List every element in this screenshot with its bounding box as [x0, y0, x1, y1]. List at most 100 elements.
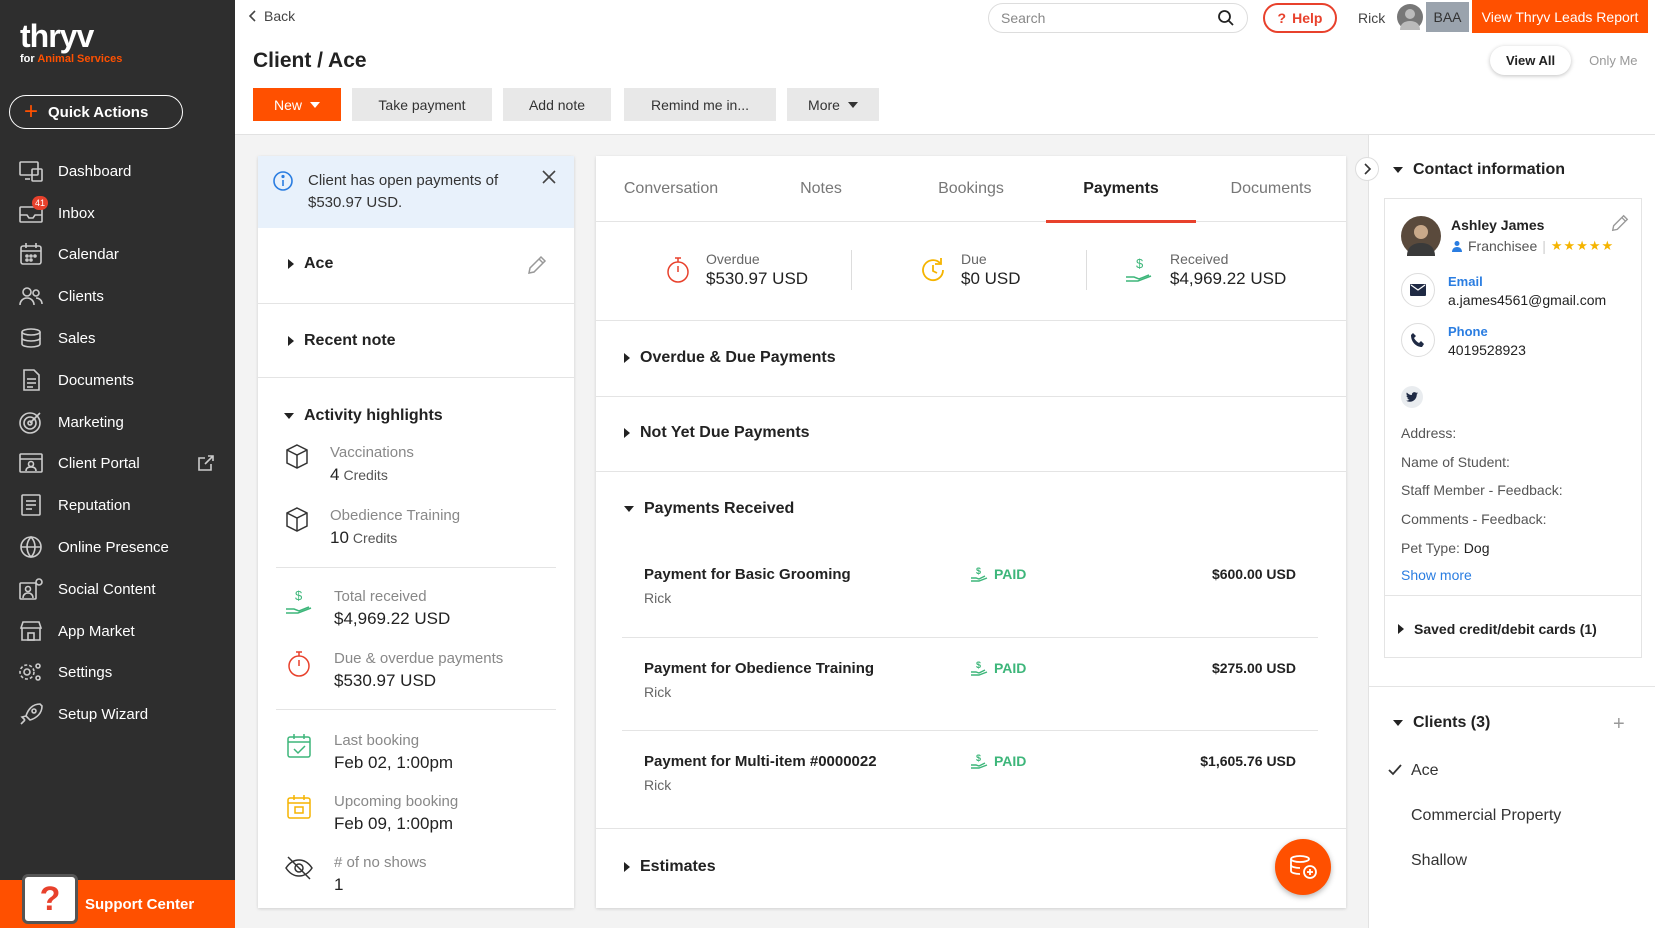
sidebar-item-settings[interactable]: Settings	[0, 651, 235, 693]
client-list-item[interactable]: Shallow	[1411, 852, 1467, 870]
sidebar-item-setup-wizard[interactable]: Setup Wizard	[0, 693, 235, 735]
payment-user: Rick	[644, 684, 672, 700]
tab-documents[interactable]: Documents	[1196, 156, 1346, 222]
phone-value[interactable]: 4019528923	[1448, 342, 1526, 358]
sidebar-item-clients[interactable]: Clients	[0, 275, 235, 317]
sidebar-item-sales[interactable]: Sales	[0, 317, 235, 359]
sidebar-item-inbox[interactable]: 41 Inbox	[0, 192, 235, 234]
only-me-toggle[interactable]: Only Me	[1571, 53, 1637, 68]
view-toggle[interactable]: View All Only Me	[1490, 45, 1648, 75]
saved-cards-toggle[interactable]: Saved credit/debit cards (1)	[1398, 621, 1597, 637]
payment-user: Rick	[644, 777, 672, 793]
quick-actions-button[interactable]: + Quick Actions	[9, 95, 183, 129]
field-comments-feedback: Comments - Feedback:	[1401, 511, 1547, 527]
sidebar-item-social-content[interactable]: Social Content	[0, 568, 235, 610]
chevron-down-icon	[847, 101, 858, 108]
overdue-value: $530.97 USD	[706, 269, 809, 288]
view-all-toggle[interactable]: View All	[1490, 45, 1572, 75]
field-label: Staff Member - Feedback:	[1401, 482, 1563, 498]
total-received-item: $ Total received $4,969.22 USD	[284, 587, 450, 631]
section-title: Not Yet Due Payments	[640, 424, 810, 441]
eye-slash-icon	[284, 853, 314, 883]
user-name[interactable]: Rick	[1358, 10, 1385, 26]
credit-count: 4	[330, 465, 340, 484]
credit-label: Vaccinations	[330, 444, 414, 461]
close-icon[interactable]	[542, 170, 556, 228]
sidebar-item-calendar[interactable]: Calendar	[0, 233, 235, 275]
client-list-item[interactable]: Ace	[1411, 762, 1439, 780]
payment-user: Rick	[644, 590, 672, 606]
not-yet-due-section[interactable]: Not Yet Due Payments	[596, 396, 1346, 471]
sidebar-item-app-market[interactable]: App Market	[0, 610, 235, 652]
pencil-icon[interactable]	[526, 254, 548, 276]
view-leads-report-button[interactable]: View Thryv Leads Report	[1472, 0, 1648, 33]
tab-bookings[interactable]: Bookings	[896, 156, 1046, 222]
client-list-item[interactable]: Commercial Property	[1411, 807, 1561, 825]
plus-icon: +	[24, 98, 39, 125]
sidebar-item-online-presence[interactable]: Online Presence	[0, 526, 235, 568]
sidebar-item-reputation[interactable]: Reputation	[0, 484, 235, 526]
search-icon[interactable]	[1217, 9, 1235, 27]
show-more-link[interactable]: Show more	[1401, 567, 1472, 583]
external-link-icon[interactable]	[197, 454, 215, 472]
payments-received-toggle[interactable]: Payments Received	[624, 500, 794, 518]
sidebar-item-label: Social Content	[58, 580, 156, 598]
payment-row[interactable]: Payment for Multi-item #0000022 Rick $ PA…	[622, 741, 1318, 835]
estimates-section[interactable]: Estimates	[596, 828, 1346, 908]
no-shows-label: # of no shows	[334, 854, 427, 871]
tab-payments[interactable]: Payments	[1046, 156, 1196, 223]
email-value[interactable]: a.james4561@gmail.com	[1448, 292, 1606, 308]
back-link[interactable]: Back	[248, 8, 295, 24]
more-button[interactable]: More	[787, 88, 879, 121]
recent-note-toggle[interactable]: Recent note	[288, 332, 396, 350]
box-icon	[284, 443, 310, 471]
question-mark-icon: ?	[22, 874, 78, 924]
twitter-icon[interactable]	[1401, 386, 1423, 408]
pencil-icon[interactable]	[1610, 213, 1630, 233]
divider	[1086, 250, 1087, 290]
client-name-toggle[interactable]: Ace	[288, 255, 333, 273]
svg-text:$: $	[976, 660, 981, 670]
sidebar-item-marketing[interactable]: Marketing	[0, 401, 235, 443]
money-hand-icon: $	[1124, 255, 1156, 285]
stopwatch-icon	[664, 255, 692, 285]
sidebar-item-client-portal[interactable]: Client Portal	[0, 442, 235, 484]
email-label: Email	[1448, 274, 1483, 289]
collapse-panel-button[interactable]	[1355, 157, 1379, 181]
thryv-logo[interactable]: thryv for Animal Services	[20, 20, 122, 66]
money-hand-icon: $	[971, 660, 988, 676]
payment-amount: $1,605.76 USD	[1200, 753, 1296, 769]
payment-row[interactable]: Payment for Basic Grooming Rick $ PAID $6…	[622, 554, 1318, 648]
activity-highlights-toggle[interactable]: Activity highlights	[284, 407, 443, 425]
tab-notes[interactable]: Notes	[746, 156, 896, 222]
tab-conversation[interactable]: Conversation	[596, 156, 746, 222]
payment-row[interactable]: Payment for Obedience Training Rick $ PAI…	[622, 648, 1318, 742]
payment-title: Payment for Basic Grooming	[644, 566, 851, 583]
sidebar-item-documents[interactable]: Documents	[0, 359, 235, 401]
add-payment-fab[interactable]	[1275, 839, 1331, 895]
chevron-down-icon	[310, 101, 320, 108]
new-button[interactable]: New	[253, 88, 341, 121]
contact-info-toggle[interactable]: Contact information	[1393, 161, 1565, 179]
sales-icon	[16, 323, 46, 353]
account-initials-badge[interactable]: BAA	[1426, 2, 1469, 32]
user-avatar[interactable]	[1397, 4, 1423, 30]
field-label: Address:	[1401, 425, 1457, 441]
sidebar-item-dashboard[interactable]: Dashboard	[0, 150, 235, 192]
credit-label: Obedience Training	[330, 507, 461, 524]
add-note-button[interactable]: Add note	[503, 88, 611, 121]
marketing-icon	[16, 407, 46, 437]
divider	[258, 303, 574, 304]
contact-role: Franchisee | ★★★★★	[1451, 238, 1614, 254]
clients-toggle[interactable]: Clients (3)	[1393, 714, 1490, 732]
chevron-left-icon	[248, 10, 258, 22]
search-input[interactable]: Search	[988, 3, 1248, 33]
overdue-due-section[interactable]: Overdue & Due Payments	[596, 320, 1346, 396]
take-payment-button[interactable]: Take payment	[352, 88, 492, 121]
due-overdue-value: $530.97 USD	[334, 671, 437, 690]
add-client-plus-icon[interactable]: +	[1613, 713, 1625, 736]
due-label: Due	[961, 251, 987, 267]
total-received-value: $4,969.22 USD	[334, 609, 451, 628]
help-button[interactable]: ? Help	[1263, 3, 1337, 33]
remind-me-button[interactable]: Remind me in...	[624, 88, 776, 121]
